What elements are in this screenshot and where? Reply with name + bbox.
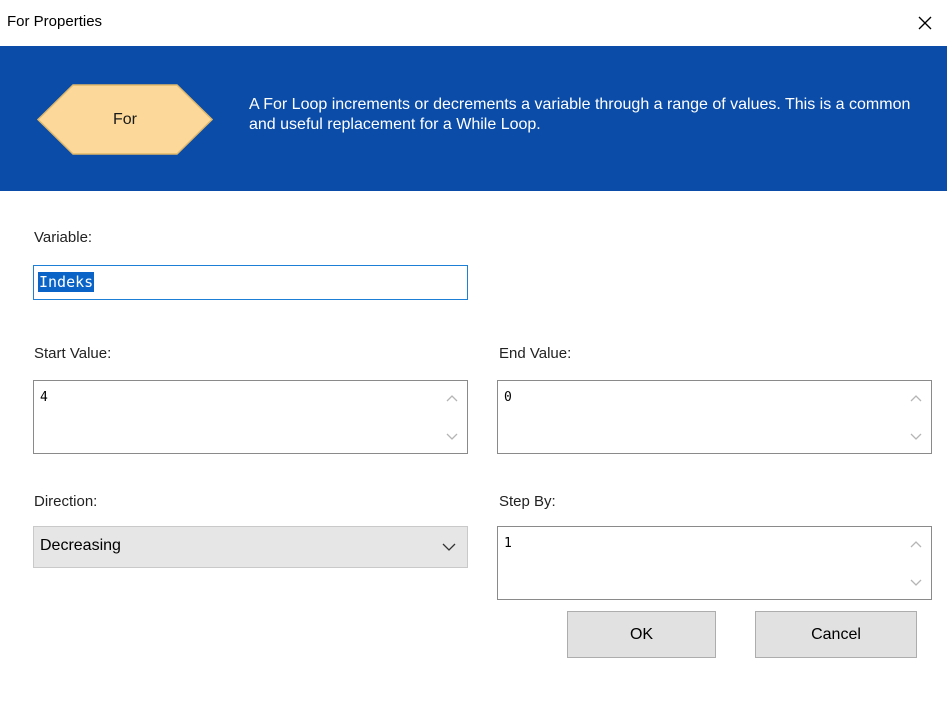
start-value-label: Start Value: [34, 345, 112, 362]
variable-value: Indeks [38, 272, 95, 292]
direction-selected-value: Decreasing [40, 537, 121, 554]
cancel-button[interactable]: Cancel [755, 611, 917, 658]
step-by-scroll-up[interactable] [907, 535, 925, 553]
chevron-down-icon [910, 579, 922, 586]
chevron-up-icon [446, 395, 458, 402]
end-value-text: 0 [504, 390, 512, 405]
ok-button[interactable]: OK [567, 611, 716, 658]
chevron-up-icon [910, 395, 922, 402]
banner-description: A For Loop increments or decrements a va… [249, 96, 911, 133]
step-by-input[interactable]: 1 [497, 526, 932, 600]
end-value-scroll-up[interactable] [907, 389, 925, 407]
chevron-up-icon [910, 541, 922, 548]
variable-label: Variable: [34, 229, 93, 246]
step-by-text: 1 [504, 536, 512, 551]
for-properties-dialog: For Properties For A For Loop increments… [0, 0, 947, 709]
end-value-input[interactable]: 0 [497, 380, 932, 454]
start-value-scroll-up[interactable] [443, 389, 461, 407]
start-value-text: 4 [40, 390, 48, 405]
step-by-label: Step By: [499, 493, 556, 510]
step-by-scroll-down[interactable] [907, 574, 925, 592]
info-banner: For A For Loop increments or decrements … [0, 46, 947, 191]
close-button[interactable] [903, 0, 947, 46]
close-icon [918, 16, 932, 30]
chevron-down-icon [446, 433, 458, 440]
direction-label: Direction: [34, 493, 98, 510]
start-value-scroll-down[interactable] [443, 428, 461, 446]
chevron-down-icon [442, 543, 456, 551]
start-value-input[interactable]: 4 [33, 380, 468, 454]
shape-label: For [113, 110, 137, 128]
end-value-label: End Value: [499, 345, 572, 362]
chevron-down-icon [910, 433, 922, 440]
window-title: For Properties [7, 13, 103, 30]
title-bar: For Properties [0, 0, 947, 46]
end-value-scroll-down[interactable] [907, 428, 925, 446]
direction-select[interactable]: Decreasing [33, 526, 468, 568]
variable-input[interactable]: Indeks [33, 265, 468, 300]
